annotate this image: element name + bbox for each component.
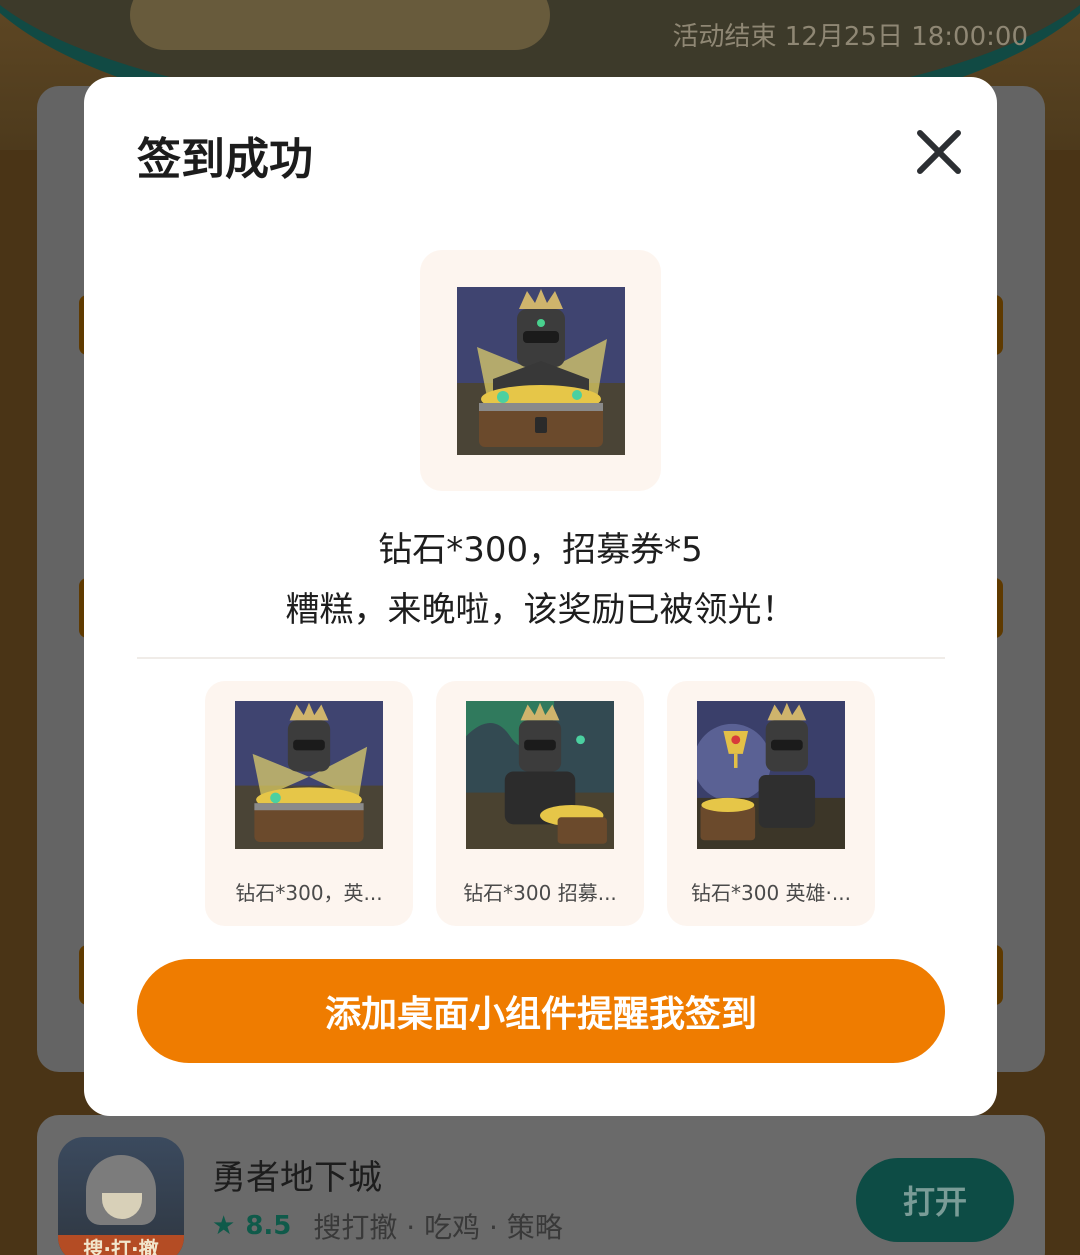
add-widget-button[interactable]: 添加桌面小组件提醒我签到 — [137, 959, 945, 1063]
divider — [137, 657, 945, 659]
reward-option-3[interactable]: 钻石*300 英雄·... — [667, 681, 875, 926]
rating-score: 8.5 — [245, 1211, 292, 1241]
game-icon[interactable]: 搜·打·撤 — [58, 1137, 184, 1255]
open-game-button[interactable]: 打开 — [856, 1158, 1014, 1242]
reward-option-2[interactable]: 钻石*300 招募... — [436, 681, 644, 926]
knight-chest-icon — [466, 701, 614, 849]
reward-caption: 钻石*300 英雄·... — [691, 881, 851, 905]
game-title: 勇者地下城 — [212, 1158, 382, 1198]
knight-treasure-icon — [457, 287, 625, 455]
reward-caption: 钻石*300 招募... — [463, 881, 617, 905]
game-rating: ★ 8.5 搜打撤 · 吃鸡 · 策略 — [212, 1206, 563, 1246]
event-deadline: 活动结束 12月25日 18:00:00 — [672, 22, 1028, 52]
modal-title: 签到成功 — [137, 134, 313, 185]
reward-caption: 钻石*300，英... — [235, 881, 383, 905]
close-button[interactable] — [906, 119, 972, 185]
reward-status: 糟糕，来晚啦，该奖励已被领光！ — [285, 590, 796, 630]
main-reward-tile — [420, 250, 661, 491]
game-tags: 搜打撤 · 吃鸡 · 策略 — [313, 1211, 563, 1244]
signin-success-modal: 签到成功 钻石*300，招募券*5 糟糕，来晚啦，该奖励已被领光！ 钻石*300… — [84, 77, 997, 1116]
game-icon-tag: 搜·打·撤 — [58, 1235, 184, 1255]
close-icon — [917, 130, 961, 174]
reward-name: 钻石*300，招募券*5 — [378, 530, 703, 570]
knight-treasure-icon — [235, 701, 383, 849]
banner-decoration — [130, 0, 550, 50]
star-icon: ★ — [212, 1211, 236, 1241]
knight-chalice-icon — [697, 701, 845, 849]
reward-option-1[interactable]: 钻石*300，英... — [205, 681, 413, 926]
